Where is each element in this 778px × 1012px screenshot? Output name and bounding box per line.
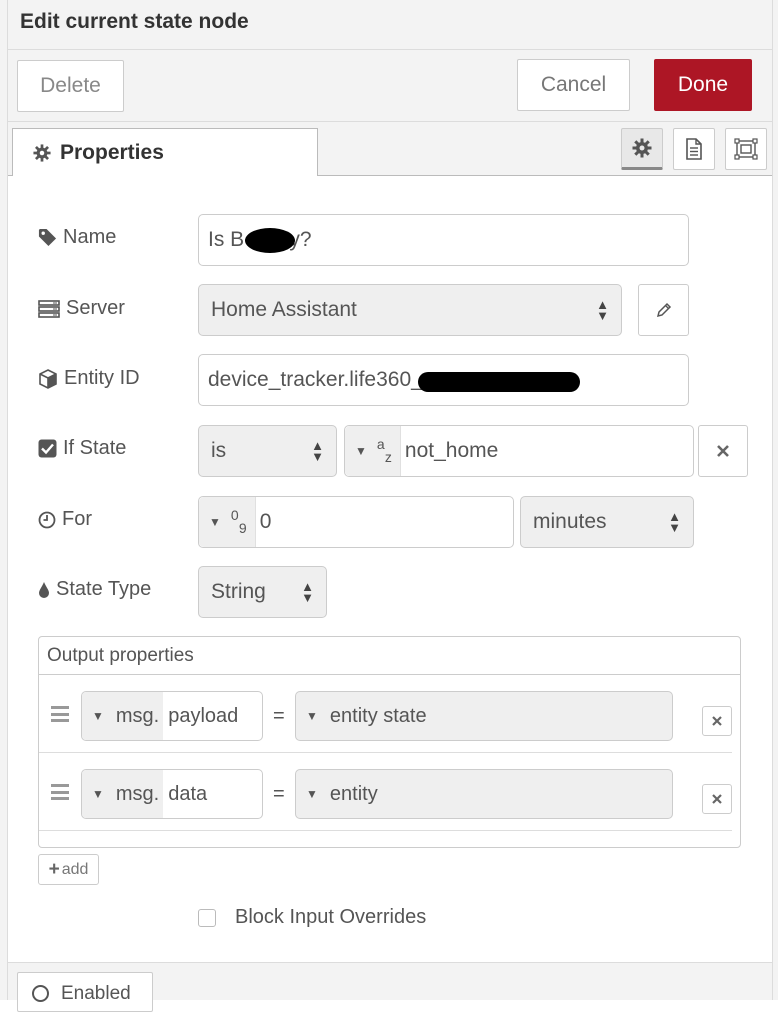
- redaction-mark: [245, 228, 295, 253]
- settings-tab-button[interactable]: [621, 128, 663, 170]
- property-type-selector[interactable]: ▼ msg.: [82, 692, 164, 740]
- state-type-select[interactable]: String ▲ ▼: [198, 566, 327, 618]
- redaction-mark: [418, 372, 580, 392]
- close-icon: [712, 794, 722, 804]
- cube-icon: [39, 368, 57, 389]
- right-frame-edge: [772, 0, 778, 1000]
- server-select[interactable]: Home Assistant ▲ ▼: [198, 284, 622, 336]
- appearance-tab-button[interactable]: [725, 128, 767, 170]
- dialog-footer: Enabled: [8, 962, 772, 1012]
- output-property-input[interactable]: ▼ msg. data: [81, 769, 263, 819]
- select-arrows-icon: ▲ ▼: [668, 509, 681, 535]
- close-icon: [712, 716, 722, 726]
- for-unit-select[interactable]: minutes ▲ ▼: [520, 496, 694, 548]
- tab-properties[interactable]: Properties: [12, 128, 318, 177]
- properties-panel: Name Is B Away? Server Home Assistant ▲▼: [8, 176, 772, 962]
- delete-button[interactable]: Delete: [17, 60, 124, 112]
- server-icon: [38, 299, 60, 318]
- enabled-toggle-button[interactable]: Enabled: [17, 972, 153, 1012]
- block-input-overrides-checkbox[interactable]: [198, 908, 216, 927]
- state-type-label: State Type: [38, 578, 151, 601]
- description-tab-button[interactable]: [673, 128, 715, 170]
- edit-server-button[interactable]: [638, 284, 689, 336]
- dialog-title: Edit current state node: [20, 10, 249, 33]
- appearance-icon: [734, 138, 758, 160]
- close-icon: [717, 445, 729, 457]
- output-value-select[interactable]: ▼ entity state: [295, 691, 673, 741]
- caret-down-icon: ▼: [92, 709, 104, 723]
- tab-properties-label: Properties: [60, 141, 164, 164]
- if-state-label: If State: [38, 437, 126, 460]
- equals-sign: =: [273, 783, 285, 805]
- caret-down-icon: ▼: [209, 515, 221, 529]
- circle-icon: [32, 985, 49, 1002]
- for-label: For: [38, 508, 92, 531]
- remove-row-button[interactable]: [702, 706, 732, 736]
- cancel-button[interactable]: Cancel: [517, 59, 630, 111]
- block-input-overrides-option[interactable]: Block Input Overrides: [198, 906, 426, 929]
- drag-handle-icon[interactable]: [51, 706, 69, 722]
- name-label: Name: [38, 226, 116, 249]
- caret-down-icon: ▼: [306, 787, 318, 801]
- value-type-selector[interactable]: ▼ 0 9: [199, 497, 256, 547]
- equals-sign: =: [273, 705, 285, 727]
- for-duration-input[interactable]: ▼ 0 9 0: [198, 496, 514, 548]
- clock-icon: [38, 511, 56, 528]
- done-button[interactable]: Done: [654, 59, 752, 111]
- if-state-operator-select[interactable]: is ▲ ▼: [198, 425, 337, 477]
- select-arrows-icon: ▲ ▼: [596, 297, 609, 323]
- dialog-titlebar: Edit current state node: [8, 0, 772, 50]
- drag-handle-icon[interactable]: [51, 784, 69, 800]
- entity-id-label: Entity ID: [38, 367, 140, 390]
- select-arrows-icon: ▲ ▼: [301, 579, 314, 605]
- gear-icon: [632, 138, 652, 158]
- description-icon: [686, 138, 702, 160]
- output-property-input[interactable]: ▼ msg. payload: [81, 691, 263, 741]
- tint-icon: [39, 581, 49, 598]
- property-type-selector[interactable]: ▼ msg.: [82, 770, 164, 818]
- caret-down-icon: ▼: [355, 444, 367, 458]
- gear-icon: [33, 144, 51, 162]
- string-type-icon: a z: [376, 436, 392, 465]
- value-type-selector[interactable]: ▼ a z: [345, 426, 401, 476]
- output-properties-title: Output properties: [39, 637, 740, 675]
- left-frame-edge: [0, 0, 8, 1000]
- output-properties-box: Output properties ▼ msg. payload = ▼ ent…: [38, 636, 741, 848]
- pencil-icon: [656, 302, 671, 318]
- clear-if-state-button[interactable]: [698, 425, 748, 477]
- server-label: Server: [38, 297, 125, 320]
- caret-down-icon: ▼: [306, 709, 318, 723]
- output-property-row: ▼ msg. data = ▼ entity: [39, 753, 732, 831]
- if-state-value-input[interactable]: ▼ a z not_home: [344, 425, 694, 477]
- output-value-select[interactable]: ▼ entity: [295, 769, 673, 819]
- dialog-toolbar: Delete Cancel Done: [8, 50, 772, 122]
- number-type-icon: 0 9: [230, 507, 247, 536]
- caret-down-icon: ▼: [92, 787, 104, 801]
- output-property-row: ▼ msg. payload = ▼ entity state: [39, 675, 732, 753]
- checkbox-checked-icon: [38, 439, 57, 458]
- add-output-property-button[interactable]: + add: [38, 854, 99, 885]
- tab-bar: Properties: [8, 122, 772, 177]
- select-arrows-icon: ▲ ▼: [311, 438, 324, 464]
- plus-icon: +: [48, 858, 60, 880]
- remove-row-button[interactable]: [702, 784, 732, 814]
- tag-icon: [38, 228, 57, 247]
